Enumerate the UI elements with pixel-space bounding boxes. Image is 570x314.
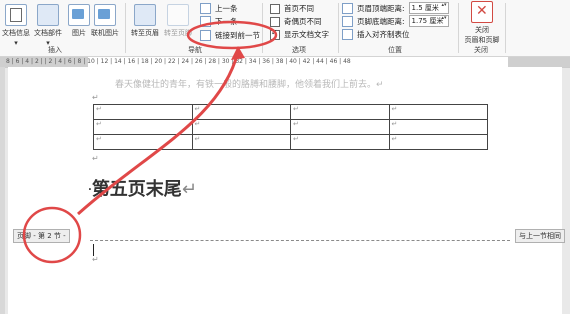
highlight-ellipse-link bbox=[186, 20, 278, 50]
annotation-arrow bbox=[77, 51, 240, 216]
annotation-overlay bbox=[22, 20, 278, 264]
highlight-ellipse-footer bbox=[22, 206, 82, 264]
